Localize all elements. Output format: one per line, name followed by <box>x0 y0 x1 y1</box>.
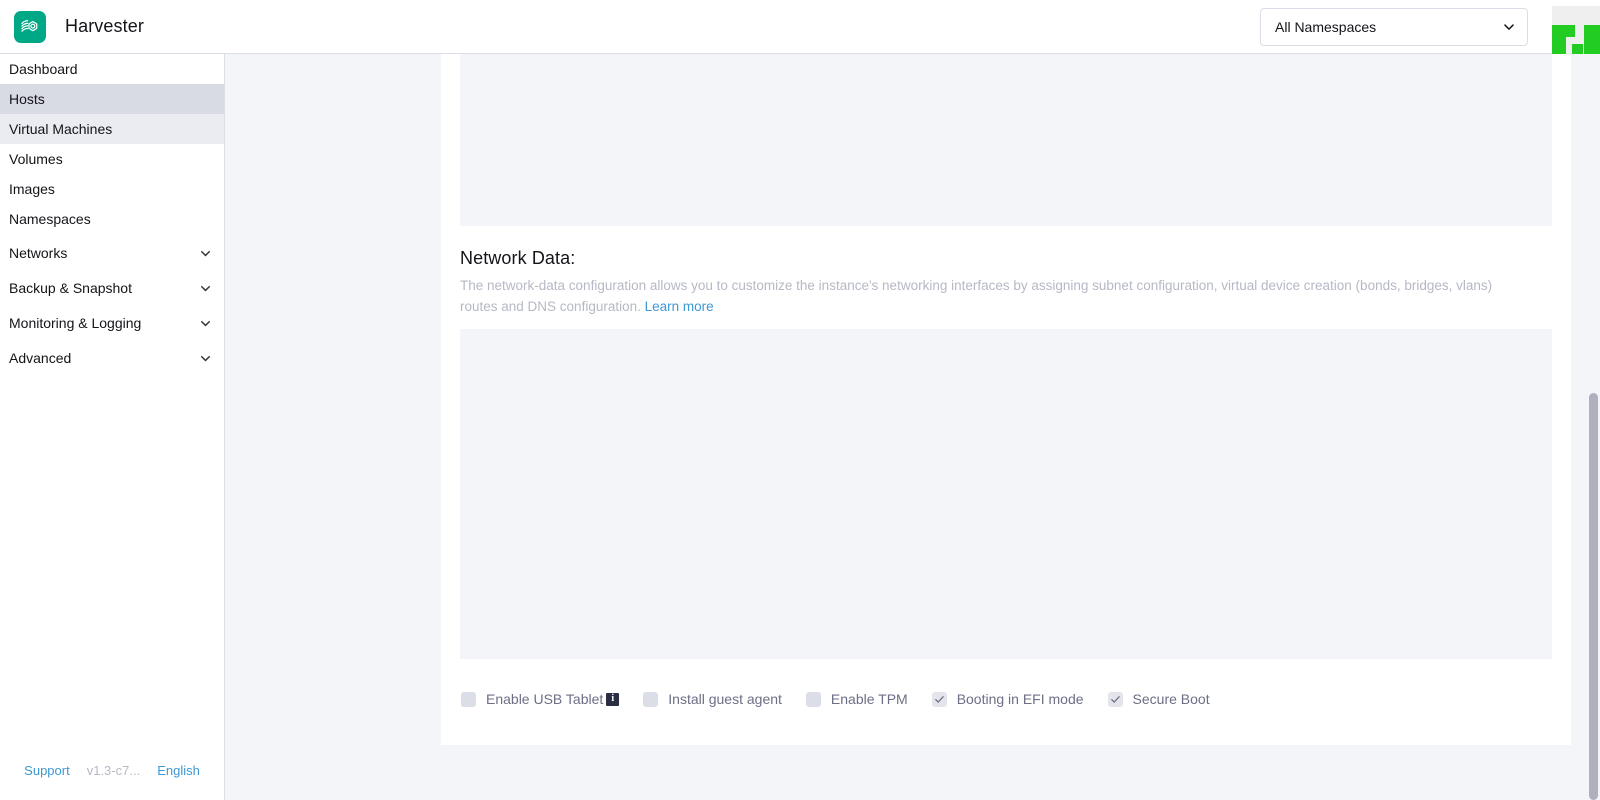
network-data-description-text: The network-data configuration allows yo… <box>460 278 1493 314</box>
support-link[interactable]: Support <box>24 763 70 778</box>
language-link[interactable]: English <box>157 763 200 778</box>
checkbox-box[interactable] <box>643 691 659 707</box>
sidebar-item-label: Namespaces <box>9 211 91 227</box>
checkbox-enable-usb-tablet[interactable]: Enable USB Tablet i <box>461 691 620 707</box>
checkbox-box[interactable] <box>805 691 821 707</box>
brand[interactable]: Harvester <box>0 0 225 53</box>
version-label: v1.3-c7... <box>86 762 141 778</box>
namespace-select-value: All Namespaces <box>1275 18 1377 35</box>
harvester-app: Harvester All Namespaces Dashboard Hosts… <box>0 0 1600 800</box>
vm-config-drawer: Network Data: The network-data configura… <box>441 54 1571 745</box>
sidebar-item-networks[interactable]: Networks <box>0 237 224 269</box>
checkbox-enable-tpm[interactable]: Enable TPM <box>805 691 908 707</box>
sidebar-footer: Support v1.3-c7... English <box>0 748 224 800</box>
user-data-editor[interactable] <box>460 54 1552 226</box>
header-right-cluster: All Namespaces <box>1260 0 1600 54</box>
vertical-scrollbar-thumb[interactable] <box>1589 393 1598 800</box>
chevron-down-icon <box>199 282 212 295</box>
checkbox-install-guest-agent[interactable]: Install guest agent <box>643 691 782 707</box>
chevron-down-icon <box>199 247 212 260</box>
sidebar-item-label: Hosts <box>9 91 45 107</box>
top-header: Harvester All Namespaces <box>0 0 1600 54</box>
sidebar-item-monitoring-logging[interactable]: Monitoring & Logging <box>0 307 224 339</box>
learn-more-link[interactable]: Learn more <box>645 299 714 314</box>
sidebar-item-label: Virtual Machines <box>9 121 113 137</box>
sidebar-item-backup-snapshot[interactable]: Backup & Snapshot <box>0 272 224 304</box>
brand-name: Harvester <box>65 16 144 36</box>
checkbox-secure-boot[interactable]: Secure Boot <box>1107 691 1210 707</box>
sidebar-item-label: Images <box>9 181 55 197</box>
checkbox-box[interactable] <box>461 691 476 707</box>
checkbox-label: Secure Boot <box>1132 691 1210 707</box>
sidebar: Dashboard Hosts Virtual Machines Volumes… <box>0 54 225 800</box>
vm-options-row: Enable USB Tablet i Install guest agent <box>460 691 1552 707</box>
namespace-select[interactable]: All Namespaces <box>1260 7 1528 46</box>
sidebar-item-label: Networks <box>9 245 68 261</box>
sidebar-item-label: Monitoring & Logging <box>9 315 142 331</box>
network-data-heading: Network Data: <box>460 248 576 268</box>
vertical-scrollbar[interactable] <box>1587 0 1600 800</box>
sidebar-item-dashboard[interactable]: Dashboard <box>0 54 224 84</box>
checkbox-box[interactable] <box>931 691 947 707</box>
sidebar-item-label: Backup & Snapshot <box>9 280 132 296</box>
sidebar-item-label: Volumes <box>9 151 63 167</box>
checkbox-label: Install guest agent <box>668 691 782 707</box>
sidebar-item-hosts[interactable]: Hosts <box>0 84 224 114</box>
network-data-editor[interactable] <box>460 329 1552 659</box>
chevron-down-icon <box>199 317 212 330</box>
chevron-down-icon <box>199 352 212 365</box>
network-data-description: The network-data configuration allows yo… <box>460 275 1520 317</box>
checkbox-label: Enable USB Tablet <box>486 691 604 707</box>
harvester-logo-icon <box>14 10 46 43</box>
main-content: Network Data: The network-data configura… <box>225 54 1600 800</box>
sidebar-nav: Dashboard Hosts Virtual Machines Volumes… <box>0 54 224 748</box>
sidebar-item-advanced[interactable]: Advanced <box>0 342 224 374</box>
sidebar-item-images[interactable]: Images <box>0 174 224 204</box>
chevron-down-icon <box>1502 20 1516 34</box>
drawer-inner: Network Data: The network-data configura… <box>460 54 1552 745</box>
sidebar-item-label: Dashboard <box>9 61 78 77</box>
sidebar-item-virtual-machines[interactable]: Virtual Machines <box>0 114 224 144</box>
sidebar-item-label: Advanced <box>9 350 72 366</box>
info-icon[interactable]: i <box>606 692 620 706</box>
checkbox-label: Booting in EFI mode <box>956 691 1084 707</box>
checkbox-box[interactable] <box>1107 691 1123 707</box>
checkbox-booting-in-efi-mode[interactable]: Booting in EFI mode <box>931 691 1084 707</box>
sidebar-item-volumes[interactable]: Volumes <box>0 144 224 174</box>
checkbox-label: Enable TPM <box>830 691 908 707</box>
sidebar-item-namespaces[interactable]: Namespaces <box>0 204 224 234</box>
